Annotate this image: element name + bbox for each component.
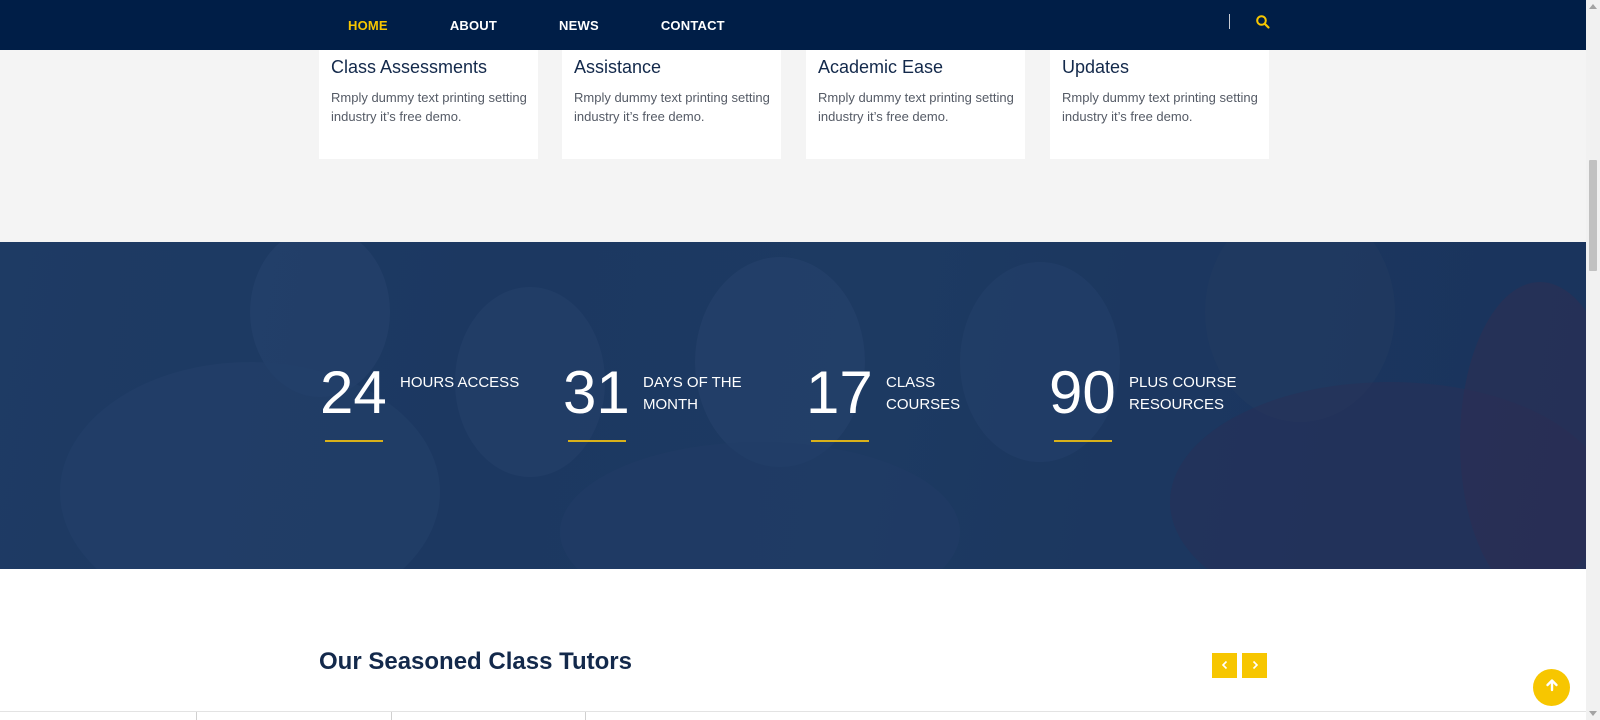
nav-divider [1229,14,1230,29]
tutors-section: Our Seasoned Class Tutors [0,569,1586,720]
feature-card: Assistance Rmply dummy text printing set… [562,50,781,159]
scroll-to-top-button[interactable] [1533,669,1570,706]
carousel-next-button[interactable] [1242,653,1267,678]
feature-text: Rmply dummy text printing setting indust… [331,90,527,124]
nav-home-link[interactable]: HOME [348,18,388,33]
feature-text: Rmply dummy text printing setting indust… [818,90,1014,124]
feature-card: Updates Rmply dummy text printing settin… [1050,50,1269,159]
stat-underline [811,440,869,442]
stat-label: CLASS COURSES [886,374,961,413]
feature-title: Class Assessments [331,57,488,77]
students-photo-background [0,242,1586,569]
nav-news-link[interactable]: NEWS [559,18,599,33]
feature-title: Assistance [574,57,662,77]
card-divider [391,712,392,720]
stat-underline [325,440,383,442]
section-title: Our Seasoned Class Tutors [319,648,632,675]
section-divider [0,711,1586,712]
feature-title: Updates [1062,57,1130,77]
stat-number: 31 [563,359,630,426]
feature-title: Academic Ease [818,57,944,77]
page-scrollbar[interactable] [1586,0,1600,720]
search-icon[interactable] [1255,14,1271,30]
card-divider [196,712,197,720]
stat-label: PLUS COURSE RESOURCES [1129,374,1237,413]
scroll-up-arrow-icon[interactable] [1589,4,1597,9]
stat-underline [568,440,626,442]
stats-banner: 24 HOURS ACCESS 31 DAYS OF THE MONTH 17 … [0,242,1586,569]
nav-menu: HOME ABOUT NEWS CONTACT [348,0,787,50]
arrow-up-icon [1545,678,1559,697]
scrollbar-thumb[interactable] [1589,160,1597,271]
feature-card: Academic Ease Rmply dummy text printing … [806,50,1025,159]
nav-contact-link[interactable]: CONTACT [661,18,725,33]
card-divider [585,712,586,720]
stat-number: 17 [806,359,873,426]
nav-about-link[interactable]: ABOUT [450,18,497,33]
feature-text: Rmply dummy text printing setting indust… [1062,90,1258,124]
stat-label: DAYS OF THE MONTH [643,374,742,413]
top-navbar: HOME ABOUT NEWS CONTACT [0,0,1586,50]
feature-card: Class Assessments Rmply dummy text print… [319,50,538,159]
carousel-prev-button[interactable] [1212,653,1237,678]
features-section: Class Assessments Rmply dummy text print… [0,50,1586,242]
chevron-right-icon [1250,658,1260,673]
scroll-down-arrow-icon[interactable] [1589,711,1597,716]
stat-number: 24 [320,359,387,426]
chevron-left-icon [1220,658,1230,673]
feature-text: Rmply dummy text printing setting indust… [574,90,770,124]
stat-underline [1054,440,1112,442]
stat-label: HOURS ACCESS [400,374,520,391]
stat-number: 90 [1049,359,1116,426]
